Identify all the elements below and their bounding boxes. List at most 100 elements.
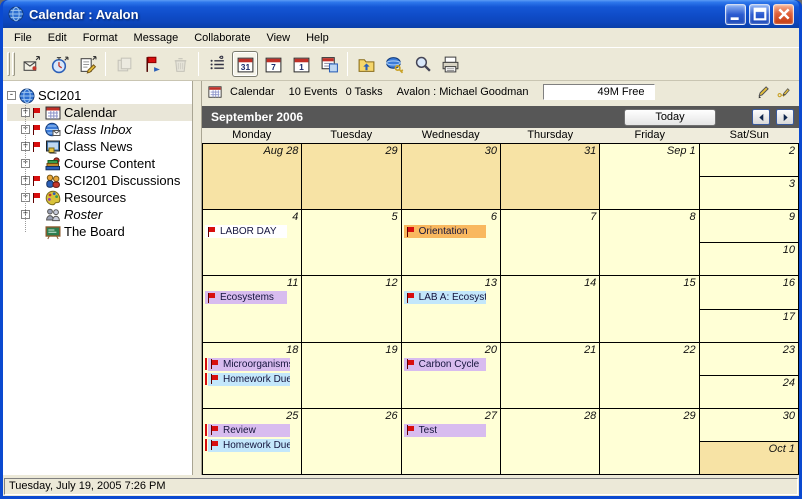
day-cell-16[interactable]: 16 <box>700 276 798 309</box>
tree-item-course-content[interactable]: + Course Content <box>7 155 192 172</box>
day-cell-29[interactable]: 29 <box>302 144 401 210</box>
day-cell-30[interactable]: 30 <box>402 144 501 210</box>
event-chip[interactable]: Homework Due <box>208 373 290 386</box>
tree-item-class-news[interactable]: + Class News <box>7 138 192 155</box>
tree-item-sci201-discussions[interactable]: + SCI201 Discussions <box>7 172 192 189</box>
tree-root-sci201[interactable]: - SCI201 <box>7 87 192 104</box>
minimize-button[interactable] <box>725 4 746 25</box>
tree-item-the-board[interactable]: + The Board <box>7 223 192 240</box>
next-month-button[interactable] <box>776 109 794 125</box>
menu-file[interactable]: File <box>6 29 40 47</box>
event-chip[interactable]: LAB A: Ecosyst <box>404 291 486 304</box>
month-view-button[interactable]: 31 <box>232 51 258 77</box>
tree-item-resources[interactable]: + Resources <box>7 189 192 206</box>
day-cell-sep-1[interactable]: Sep 1 <box>600 144 699 210</box>
collapse-icon[interactable]: - <box>7 91 16 100</box>
menu-collaborate[interactable]: Collaborate <box>186 29 258 47</box>
day-cell-9[interactable]: 9 <box>700 210 798 243</box>
day-cell-23[interactable]: 23 <box>700 343 798 376</box>
day-cell-5[interactable]: 5 <box>302 210 401 276</box>
event-chip[interactable]: Orientation <box>404 225 486 238</box>
menu-edit[interactable]: Edit <box>40 29 75 47</box>
day-cell-6[interactable]: 6 Orientation <box>402 210 501 276</box>
day-cell-19[interactable]: 19 <box>302 343 401 409</box>
new-task-button[interactable] <box>74 51 100 77</box>
day-cell-18[interactable]: 18 Microorganisms Homework Due <box>203 343 302 409</box>
new-message-button[interactable] <box>18 51 44 77</box>
day-cell-24[interactable]: 24 <box>700 376 798 408</box>
event-chip[interactable]: Microorganisms <box>208 358 290 371</box>
flag-slot <box>33 108 42 118</box>
day-cell-11[interactable]: 11 Ecosystems <box>203 276 302 342</box>
day-cell-oct-1[interactable]: Oct 1 <box>700 442 798 474</box>
delete-button[interactable] <box>167 51 193 77</box>
new-event-button[interactable] <box>46 51 72 77</box>
day-cell-2[interactable]: 2 <box>700 144 798 177</box>
toolbar-grip[interactable] <box>7 52 10 76</box>
day-cell-10[interactable]: 10 <box>700 243 798 275</box>
menu-help[interactable]: Help <box>298 29 337 47</box>
print-button[interactable] <box>437 51 463 77</box>
menu-format[interactable]: Format <box>75 29 126 47</box>
day-cell-12[interactable]: 12 <box>302 276 401 342</box>
menu-bar: FileEditFormatMessageCollaborateViewHelp <box>3 28 799 48</box>
prev-month-button[interactable] <box>752 109 770 125</box>
menu-view[interactable]: View <box>258 29 298 47</box>
event-chip[interactable]: LABOR DAY <box>205 225 287 238</box>
event-chip[interactable]: Test <box>404 424 486 437</box>
menu-message[interactable]: Message <box>126 29 187 47</box>
duplicate-button[interactable] <box>111 51 137 77</box>
account-label: Avalon : Michael Goodman <box>397 86 529 98</box>
event-chip[interactable]: Review <box>208 424 290 437</box>
title-bar[interactable]: Calendar : Avalon <box>3 0 799 28</box>
day-cell-27[interactable]: 27 Test <box>402 409 501 475</box>
event-label: Review <box>223 425 256 436</box>
today-button[interactable]: Today <box>624 109 716 126</box>
day-cell-15[interactable]: 15 <box>600 276 699 342</box>
list-view-button[interactable] <box>204 51 230 77</box>
folder-up-button[interactable] <box>353 51 379 77</box>
day-cell-13[interactable]: 13 LAB A: Ecosyst <box>402 276 501 342</box>
day-number: 2 <box>789 145 795 157</box>
tree-item-calendar[interactable]: + Calendar <box>7 104 192 121</box>
day-cell-21[interactable]: 21 <box>501 343 600 409</box>
day-number: 27 <box>485 410 497 422</box>
day-cell-28[interactable]: 28 <box>501 409 600 475</box>
close-button[interactable] <box>773 4 794 25</box>
day-cell-20[interactable]: 20 Carbon Cycle <box>402 343 501 409</box>
day-cell-8[interactable]: 8 <box>600 210 699 276</box>
toolbar-grip[interactable] <box>12 52 15 76</box>
tree-item-label: Calendar <box>64 105 117 120</box>
day-cell-31[interactable]: 31 <box>501 144 600 210</box>
svg-text:31: 31 <box>240 61 250 71</box>
day-cell-22[interactable]: 22 <box>600 343 699 409</box>
day-cell-3[interactable]: 3 <box>700 177 798 209</box>
event-chip[interactable]: Carbon Cycle <box>404 358 486 371</box>
day-cell-17[interactable]: 17 <box>700 310 798 342</box>
permissions-button[interactable] <box>381 51 407 77</box>
day-cell-4[interactable]: 4 LABOR DAY <box>203 210 302 276</box>
day-cell-30[interactable]: 30 <box>700 409 798 442</box>
multi-week-view-button[interactable] <box>316 51 342 77</box>
search-button[interactable] <box>409 51 435 77</box>
key-pencil-icon[interactable] <box>777 85 791 99</box>
weekend-column: 30 Oct 1 <box>700 409 799 475</box>
flag-button[interactable] <box>139 51 165 77</box>
event-chip[interactable]: Ecosystems <box>205 291 287 304</box>
event-chip[interactable]: Homework Due <box>208 439 290 452</box>
day-cell-aug-28[interactable]: Aug 28 <box>203 144 302 210</box>
day-cell-25[interactable]: 25 Review Homework Due <box>203 409 302 475</box>
day-cell-26[interactable]: 26 <box>302 409 401 475</box>
day-cell-29[interactable]: 29 <box>600 409 699 475</box>
event-label: LAB A: Ecosyst <box>419 292 486 303</box>
tree-item-class-inbox[interactable]: + Class Inbox <box>7 121 192 138</box>
maximize-button[interactable] <box>749 4 770 25</box>
panel-splitter[interactable] <box>193 81 202 475</box>
day-view-button[interactable]: 1 <box>288 51 314 77</box>
week-view-button[interactable]: 7 <box>260 51 286 77</box>
day-cell-14[interactable]: 14 <box>501 276 600 342</box>
tree-item-roster[interactable]: + Roster <box>7 206 192 223</box>
pencil-icon[interactable] <box>756 85 770 99</box>
event-label: Ecosystems <box>220 292 274 303</box>
day-cell-7[interactable]: 7 <box>501 210 600 276</box>
